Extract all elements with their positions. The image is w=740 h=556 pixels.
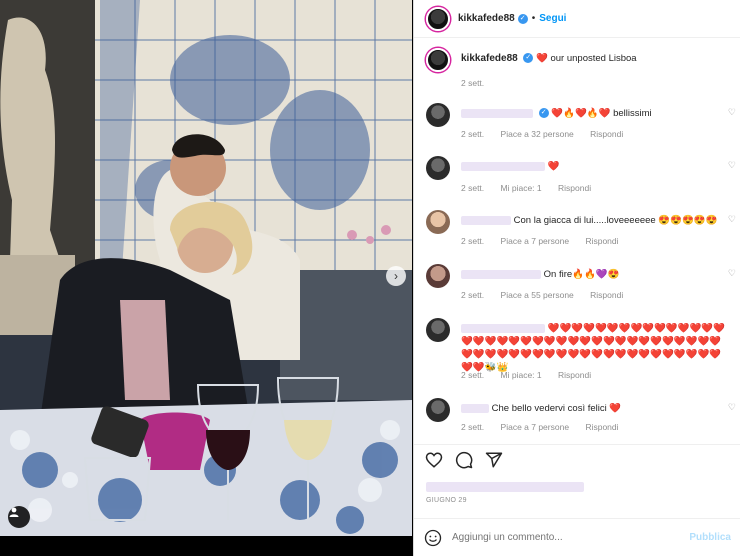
post-date: GIUGNO 29	[426, 497, 467, 504]
comment-likes[interactable]: Piace a 55 persone	[501, 290, 574, 300]
verified-badge-icon: ✓	[523, 53, 534, 64]
comment-text: Che bello vedervi così felici ❤️	[461, 402, 736, 415]
reply-button[interactable]: Rispondi	[590, 129, 623, 139]
caption-time: 2 sett.	[461, 78, 485, 88]
chevron-right-icon: ›	[394, 269, 398, 283]
user-tag-icon	[9, 507, 19, 517]
reply-button[interactable]: Rispondi	[585, 422, 618, 432]
commenter-avatar[interactable]	[426, 210, 450, 234]
comment-meta: 2 sett. Mi piace: 1 Rispondi	[461, 183, 605, 193]
share-button[interactable]	[484, 450, 504, 470]
comment-text: ✓ ❤️🔥❤️🔥❤️ bellissimi	[461, 107, 736, 120]
comment-time: 2 sett.	[461, 129, 485, 139]
comment-icon	[455, 451, 473, 468]
reply-button[interactable]: Rispondi	[558, 370, 591, 380]
comment-meta: 2 sett. Piace a 32 persone Rispondi	[461, 129, 637, 139]
redacted-username	[461, 403, 489, 413]
verified-badge-icon: ✓	[538, 108, 549, 119]
comment-likes[interactable]: Mi piace: 1	[501, 183, 542, 193]
redacted-username	[461, 108, 533, 118]
photo-scene	[0, 0, 412, 536]
like-comment-icon[interactable]: ♡	[728, 268, 736, 279]
caption-username[interactable]: kikkafede88	[461, 53, 518, 64]
caption-meta: 2 sett.	[461, 78, 498, 88]
next-photo-button[interactable]: ›	[386, 266, 406, 286]
follow-button[interactable]: Segui	[539, 13, 566, 24]
comment-likes[interactable]: Piace a 32 persone	[501, 129, 574, 139]
emoji-icon[interactable]	[424, 529, 442, 547]
caption-text: kikkafede88 ✓ ❤️ our unposted Lisboa	[461, 52, 736, 65]
comment-time: 2 sett.	[461, 183, 485, 193]
reply-button[interactable]: Rispondi	[558, 183, 591, 193]
comments-list[interactable]: kikkafede88 ✓ ❤️ our unposted Lisboa 2 s…	[414, 38, 740, 444]
comment-time: 2 sett.	[461, 236, 485, 246]
comment-text: Con la giacca di lui.....loveeeeeee 😍😍😍😍…	[461, 214, 736, 227]
author-username[interactable]: kikkafede88	[458, 13, 515, 24]
comment-likes[interactable]: Mi piace: 1	[501, 370, 542, 380]
comment-likes[interactable]: Piace a 7 persone	[501, 236, 570, 246]
redacted-username	[461, 269, 541, 279]
like-comment-icon[interactable]: ♡	[728, 402, 736, 413]
commenter-avatar[interactable]	[426, 264, 450, 288]
caption-body: our unposted Lisboa	[550, 53, 637, 64]
comment-text: ❤️	[461, 160, 736, 173]
add-comment-bar: Pubblica	[414, 518, 740, 556]
author-avatar[interactable]	[426, 48, 450, 72]
commenter-avatar[interactable]	[426, 318, 450, 342]
comment-input[interactable]	[452, 532, 690, 543]
verified-badge-icon: ✓	[517, 13, 528, 24]
tagged-users-button[interactable]	[8, 506, 30, 528]
reply-button[interactable]: Rispondi	[585, 236, 618, 246]
reply-button[interactable]: Rispondi	[590, 290, 623, 300]
redacted-username	[461, 215, 511, 225]
like-comment-icon[interactable]: ♡	[728, 107, 736, 118]
comment-time: 2 sett.	[461, 422, 485, 432]
comment-meta: 2 sett. Piace a 7 persone Rispondi	[461, 422, 633, 432]
like-comment-icon[interactable]: ♡	[728, 214, 736, 225]
share-icon	[485, 452, 503, 467]
redacted-username	[461, 161, 545, 171]
comment-text: On fire🔥🔥💜😍	[461, 268, 736, 281]
comment-meta: 2 sett. Mi piace: 1 Rispondi	[461, 370, 605, 380]
comment-button[interactable]	[454, 450, 474, 470]
action-bar	[414, 444, 740, 474]
post-header: kikkafede88 ✓ • Segui	[414, 0, 740, 38]
likes-summary[interactable]	[426, 478, 584, 496]
comment-meta: 2 sett. Piace a 55 persone Rispondi	[461, 290, 637, 300]
comment-likes[interactable]: Piace a 7 persone	[501, 422, 570, 432]
comments-panel: kikkafede88 ✓ • Segui kikkafede88 ✓ ❤️ o…	[413, 0, 740, 556]
redacted-likes	[426, 481, 584, 492]
post-comment-button[interactable]: Pubblica	[689, 532, 731, 543]
comment-time: 2 sett.	[461, 290, 485, 300]
comment-time: 2 sett.	[461, 370, 485, 380]
post-photo[interactable]: ›	[0, 0, 412, 536]
author-avatar[interactable]	[426, 6, 450, 31]
commenter-avatar[interactable]	[426, 103, 450, 127]
comment-meta: 2 sett. Piace a 7 persone Rispondi	[461, 236, 633, 246]
heart-icon	[425, 451, 443, 468]
caption-emoji: ❤️	[536, 53, 548, 64]
redacted-username	[461, 323, 545, 333]
separator-dot: •	[531, 13, 536, 24]
commenter-avatar[interactable]	[426, 156, 450, 180]
like-comment-icon[interactable]: ♡	[728, 160, 736, 171]
comment-text: ❤️❤️❤️❤️❤️❤️❤️❤️❤️❤️❤️❤️❤️❤️❤️❤️❤️❤️❤️❤️…	[461, 323, 726, 373]
like-button[interactable]	[424, 450, 444, 470]
commenter-avatar[interactable]	[426, 398, 450, 422]
